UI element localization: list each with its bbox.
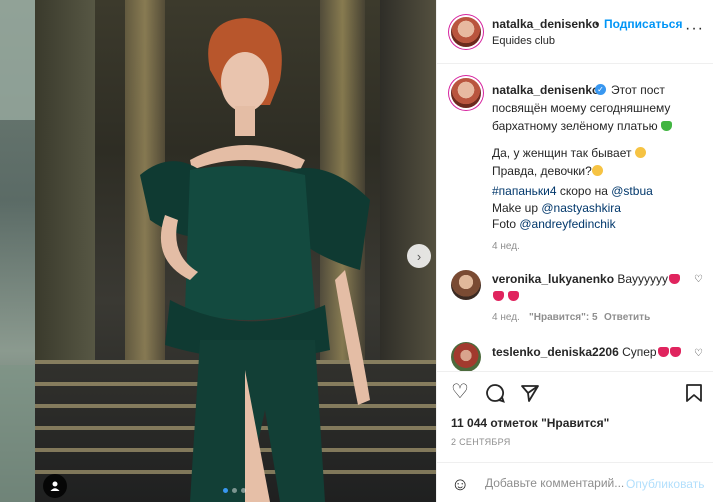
comment-likes-count: "Нравится": 5 bbox=[529, 312, 598, 323]
follow-button[interactable]: Подписаться bbox=[604, 17, 682, 31]
backdrop-panel bbox=[0, 0, 35, 120]
commenter-avatar[interactable] bbox=[451, 342, 481, 372]
tagged-people-button[interactable] bbox=[43, 474, 67, 498]
mention-link[interactable]: @andreyfedinchik bbox=[519, 217, 615, 231]
caption-text: Да, у женщин так бывает bbox=[492, 146, 646, 160]
user-icon bbox=[50, 481, 60, 491]
comment-body: Супер bbox=[618, 345, 657, 359]
publish-button[interactable]: Опубликовать bbox=[626, 477, 704, 491]
next-photo-button[interactable]: › bbox=[407, 244, 431, 268]
caption-username[interactable]: natalka_denisenko bbox=[492, 83, 599, 97]
caption-text: посвящён моему сегодняшнему bbox=[492, 101, 671, 115]
author-avatar[interactable] bbox=[451, 17, 481, 47]
post-date[interactable]: 2 СЕНТЯБРЯ bbox=[451, 437, 511, 447]
paper-plane-icon[interactable] bbox=[520, 383, 540, 403]
add-comment-bar: ☺ Опубликовать bbox=[437, 462, 713, 502]
comment-age[interactable]: 4 нед. bbox=[492, 312, 520, 323]
more-horizontal-icon[interactable]: ··· bbox=[685, 20, 704, 38]
photo-background bbox=[35, 0, 95, 360]
post-photo[interactable]: › bbox=[35, 0, 436, 502]
comment-likes[interactable]: "Нравится": 5 bbox=[529, 312, 598, 323]
mention-link[interactable]: @nastyashkira bbox=[541, 201, 621, 215]
backdrop bbox=[0, 0, 35, 502]
comment-icon[interactable] bbox=[485, 383, 505, 403]
chevron-right-icon: › bbox=[416, 248, 422, 264]
red-heart-icon bbox=[669, 347, 681, 357]
caption-text-line: Правда, девочки? bbox=[492, 164, 592, 178]
likes-count[interactable]: 11 044 отметок "Нравится" bbox=[451, 416, 609, 430]
author-username[interactable]: natalka_denisenko bbox=[492, 17, 599, 31]
red-heart-icon bbox=[508, 291, 520, 301]
heart-icon[interactable]: ♡ bbox=[694, 348, 703, 359]
post-sidebar: natalka_denisenko • Подписаться Equides … bbox=[436, 0, 713, 502]
caption-text: Make up @nastyashkira bbox=[492, 201, 621, 215]
caption-age[interactable]: 4 нед. bbox=[492, 241, 520, 252]
instagram-post-modal: › natalka_denisenko • Подписаться Equide… bbox=[0, 0, 713, 502]
comment-text bbox=[492, 289, 520, 303]
separator-dot: • bbox=[595, 17, 600, 31]
caption-text: Foto @andreyfedinchik bbox=[492, 217, 616, 231]
heart-icon[interactable]: ♡ bbox=[694, 274, 703, 285]
heart-icon[interactable]: ♡ bbox=[451, 382, 469, 402]
red-heart-icon bbox=[668, 274, 680, 284]
author-avatar[interactable] bbox=[451, 78, 481, 108]
caption-text-line: Make up bbox=[492, 201, 542, 215]
woman-in-green-dress-figure bbox=[140, 18, 370, 502]
green-heart-icon bbox=[660, 121, 672, 131]
post-header: natalka_denisenko • Подписаться Equides … bbox=[437, 0, 713, 64]
caption-text-line: Foto bbox=[492, 217, 520, 231]
caption-text: Этот пост bbox=[611, 83, 665, 97]
red-heart-icon bbox=[657, 347, 669, 357]
caption-text: бархатному зелёному платью bbox=[492, 119, 672, 133]
backdrop-panel bbox=[0, 365, 35, 502]
caption-text-line: бархатному зелёному платью bbox=[492, 119, 658, 133]
comment-username[interactable]: veronika_lukyanenko bbox=[492, 272, 614, 286]
comment-text: teslenko_deniska2206 Супер bbox=[492, 345, 681, 359]
action-bar: ♡ bbox=[437, 371, 713, 411]
carousel-indicator bbox=[223, 488, 246, 493]
carousel-dot bbox=[241, 488, 246, 493]
smiling-face-icon bbox=[591, 165, 603, 176]
emoji-icon[interactable]: ☺ bbox=[451, 474, 469, 495]
caption-text: #папаньки4 скоро на @stbua bbox=[492, 184, 653, 198]
red-heart-icon bbox=[493, 291, 504, 301]
smiling-face-icon bbox=[634, 147, 646, 158]
carousel-dot bbox=[223, 488, 228, 493]
caption-block: natalka_denisenko ✓ Этот пост посвящён м… bbox=[437, 64, 713, 372]
comment-username[interactable]: teslenko_deniska2206 bbox=[492, 345, 619, 359]
carousel-dot bbox=[232, 488, 237, 493]
location-link[interactable]: Equides club bbox=[492, 35, 555, 47]
reply-label: Ответить bbox=[604, 312, 651, 323]
caption-text-line: скоро на bbox=[556, 184, 612, 198]
bookmark-icon[interactable] bbox=[685, 383, 703, 403]
mention-link[interactable]: @stbua bbox=[611, 184, 653, 198]
comment-text: veronika_lukyanenko Вауууууу bbox=[492, 272, 680, 286]
comment-input[interactable] bbox=[485, 473, 625, 493]
verified-badge-icon: ✓ bbox=[595, 84, 606, 95]
hashtag-link[interactable]: #папаньки4 bbox=[492, 184, 557, 198]
commenter-avatar[interactable] bbox=[451, 270, 481, 300]
comment-body: Вауууууу bbox=[614, 272, 668, 286]
caption-text-line: Да, у женщин так бывает bbox=[492, 146, 632, 160]
caption-text: Правда, девочки? bbox=[492, 164, 603, 178]
reply-button[interactable]: Ответить bbox=[604, 312, 650, 323]
